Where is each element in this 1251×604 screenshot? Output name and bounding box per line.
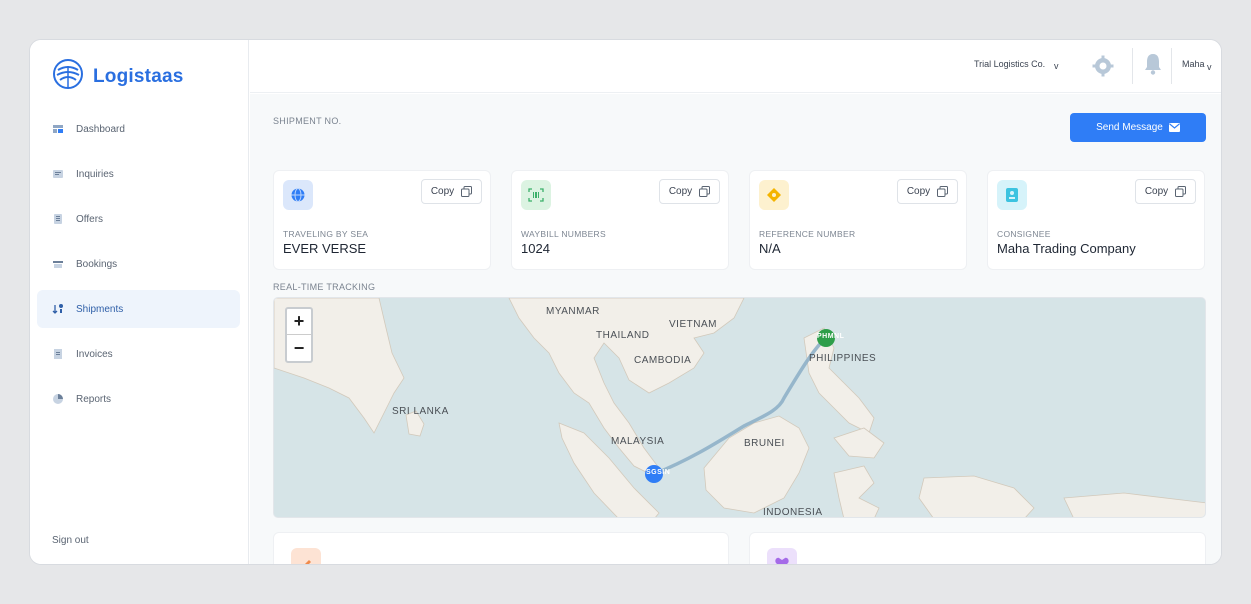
sidebar-nav: Dashboard Inquiries Offers Bookings Ship… xyxy=(37,110,240,425)
zoom-out-button[interactable]: − xyxy=(287,335,311,361)
reference-icon xyxy=(759,180,789,210)
app-window: Logistaas Dashboard Inquiries Offers Boo… xyxy=(29,39,1222,565)
real-time-tracking-label: REAL-TIME TRACKING xyxy=(273,282,376,292)
map-label-philippines: PHILIPPINES xyxy=(809,353,877,364)
sign-out-link[interactable]: Sign out xyxy=(52,535,89,546)
copy-icon xyxy=(461,186,473,197)
send-message-label: Send Message xyxy=(1096,122,1163,133)
invoices-icon xyxy=(54,349,62,359)
map-label-malaysia: MALAYSIA xyxy=(611,436,665,447)
header-divider xyxy=(1171,48,1172,84)
sidebar-item-label: Invoices xyxy=(76,348,113,360)
map-label-brunei: BRUNEI xyxy=(744,438,785,449)
sidebar-item-reports[interactable]: Reports xyxy=(37,380,240,418)
card-label: CONSIGNEE xyxy=(997,229,1051,239)
barcode-icon xyxy=(521,180,551,210)
copy-label: Copy xyxy=(1144,186,1169,197)
offers-icon xyxy=(54,214,62,224)
logo[interactable]: Logistaas xyxy=(52,58,184,95)
top-bar: Trial Logistics Co. v Maha v xyxy=(250,40,1221,93)
copy-label: Copy xyxy=(668,186,693,197)
sidebar-item-invoices[interactable]: Invoices xyxy=(37,335,240,373)
map-zoom-control: + − xyxy=(285,307,313,363)
map-label-sri-lanka: SRI LANKA xyxy=(392,406,449,417)
map-label-cambodia: CAMBODIA xyxy=(634,355,692,366)
info-card-traveling-by-sea: Copy TRAVELING BY SEA EVER VERSE xyxy=(273,170,491,270)
copy-label: Copy xyxy=(430,186,455,197)
copy-icon xyxy=(699,186,711,197)
sidebar-item-label: Dashboard xyxy=(76,123,125,135)
main-content: SHIPMENT NO. Send Message Copy TRAVELING… xyxy=(250,94,1221,564)
pencil-icon xyxy=(291,548,321,564)
gear-icon[interactable] xyxy=(1092,55,1114,82)
chevron-down-icon[interactable]: v xyxy=(1207,62,1212,72)
info-card-consignee: Copy CONSIGNEE Maha Trading Company xyxy=(987,170,1205,270)
user-menu[interactable]: Maha xyxy=(1182,59,1205,69)
send-message-button[interactable]: Send Message xyxy=(1070,113,1206,142)
destination-code: PHMNL xyxy=(817,333,845,340)
sidebar-item-label: Reports xyxy=(76,393,112,405)
sidebar: Logistaas Dashboard Inquiries Offers Boo… xyxy=(30,40,249,564)
copy-icon xyxy=(937,186,949,197)
sidebar-item-label: Bookings xyxy=(76,258,118,270)
bottom-card-right xyxy=(749,532,1206,564)
sidebar-item-label: Inquiries xyxy=(76,168,114,180)
sidebar-item-inquiries[interactable]: Inquiries xyxy=(37,155,240,193)
card-value: 1024 xyxy=(521,241,550,256)
sidebar-item-label: Offers xyxy=(76,213,104,225)
bookings-icon xyxy=(53,261,63,268)
card-label: WAYBILL NUMBERS xyxy=(521,229,606,239)
logo-text: Logistaas xyxy=(93,65,184,87)
info-card-waybill-numbers: Copy WAYBILL NUMBERS 1024 xyxy=(511,170,729,270)
company-selector[interactable]: Trial Logistics Co. xyxy=(974,59,1045,69)
shipment-number-label: SHIPMENT NO. xyxy=(273,116,342,126)
copy-icon xyxy=(1175,186,1187,197)
copy-button[interactable]: Copy xyxy=(897,179,958,204)
card-value: EVER VERSE xyxy=(283,241,367,256)
sidebar-item-dashboard[interactable]: Dashboard xyxy=(37,110,240,148)
sidebar-item-offers[interactable]: Offers xyxy=(37,200,240,238)
card-label: TRAVELING BY SEA xyxy=(283,229,369,239)
logistaas-logo-icon xyxy=(52,58,84,95)
bottom-card-left xyxy=(273,532,729,564)
map-label-vietnam: VIETNAM xyxy=(669,319,717,330)
copy-button[interactable]: Copy xyxy=(659,179,720,204)
map-label-myanmar: MYANMAR xyxy=(546,306,600,317)
globe-icon xyxy=(283,180,313,210)
dashboard-icon xyxy=(53,125,63,133)
card-label: REFERENCE NUMBER xyxy=(759,229,856,239)
envelope-icon xyxy=(1168,123,1180,132)
copy-label: Copy xyxy=(906,186,931,197)
origin-code: SGSIN xyxy=(646,469,671,476)
map-label-indonesia: INDONESIA xyxy=(763,507,823,518)
chevron-down-icon[interactable]: v xyxy=(1054,61,1059,71)
consignee-icon xyxy=(997,180,1027,210)
reports-icon xyxy=(53,394,63,404)
sidebar-item-bookings[interactable]: Bookings xyxy=(37,245,240,283)
inquiries-icon xyxy=(53,170,63,178)
sidebar-item-label: Shipments xyxy=(76,303,124,315)
shipments-icon xyxy=(52,304,63,314)
zoom-in-button[interactable]: + xyxy=(287,309,311,335)
bell-icon[interactable] xyxy=(1143,52,1163,81)
copy-button[interactable]: Copy xyxy=(1135,179,1196,204)
heart-icon xyxy=(767,548,797,564)
card-value: Maha Trading Company xyxy=(997,241,1136,256)
header-divider xyxy=(1132,48,1133,84)
sidebar-item-shipments[interactable]: Shipments xyxy=(37,290,240,328)
card-value: N/A xyxy=(759,241,781,256)
copy-button[interactable]: Copy xyxy=(421,179,482,204)
tracking-map[interactable]: SGSIN PHMNL MYANMAR THAILAND VIETNAM CAM… xyxy=(273,297,1206,518)
info-card-reference-number: Copy REFERENCE NUMBER N/A xyxy=(749,170,967,270)
map-label-thailand: THAILAND xyxy=(596,330,650,341)
